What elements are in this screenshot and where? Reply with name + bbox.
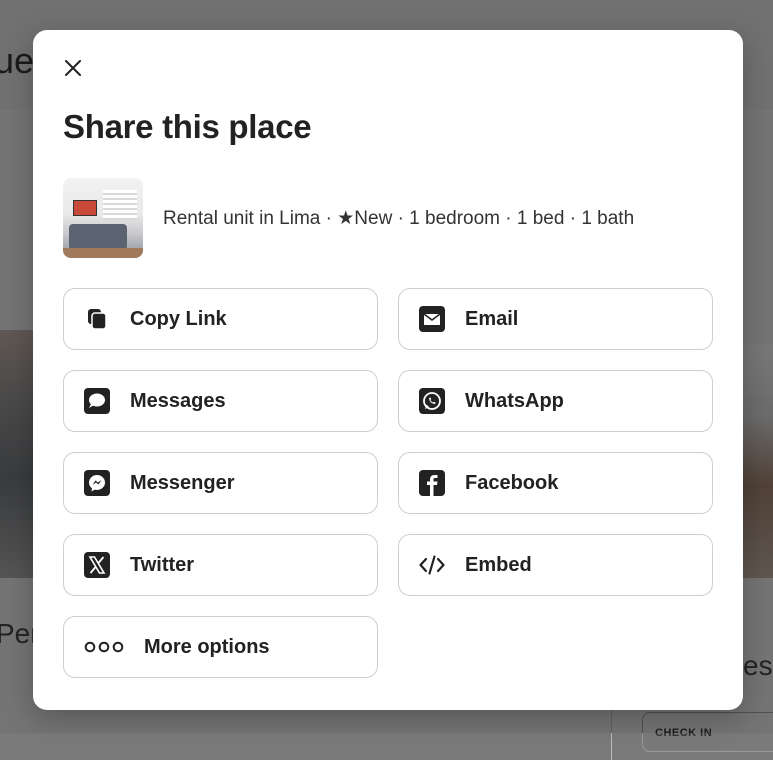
listing-summary: Rental unit in Lima · ★New · 1 bedroom ·…	[63, 178, 713, 258]
copy-icon	[84, 306, 110, 332]
more-options-label: More options	[144, 635, 270, 658]
messages-button[interactable]: Messages	[63, 370, 378, 432]
close-button[interactable]	[59, 56, 87, 84]
email-button[interactable]: Email	[398, 288, 713, 350]
more-options-icon	[84, 634, 124, 660]
facebook-button[interactable]: Facebook	[398, 452, 713, 514]
share-modal: Share this place Rental unit in Lima · ★…	[33, 30, 743, 710]
copy-link-button[interactable]: Copy Link	[63, 288, 378, 350]
embed-icon	[419, 552, 445, 578]
more-options-button[interactable]: More options	[63, 616, 378, 678]
listing-thumbnail	[63, 178, 143, 258]
email-icon	[419, 306, 445, 332]
twitter-label: Twitter	[130, 553, 195, 576]
close-icon	[65, 59, 81, 81]
embed-label: Embed	[465, 553, 532, 576]
whatsapp-icon	[419, 388, 445, 414]
share-options: Copy Link Email Messages WhatsApp Messen…	[63, 288, 713, 678]
email-label: Email	[465, 307, 519, 330]
whatsapp-button[interactable]: WhatsApp	[398, 370, 713, 432]
messenger-button[interactable]: Messenger	[63, 452, 378, 514]
messenger-icon	[84, 470, 110, 496]
twitter-button[interactable]: Twitter	[63, 534, 378, 596]
whatsapp-label: WhatsApp	[465, 389, 564, 412]
modal-title: Share this place	[63, 108, 312, 145]
messages-icon	[84, 388, 110, 414]
embed-button[interactable]: Embed	[398, 534, 713, 596]
messenger-label: Messenger	[130, 471, 235, 494]
messages-label: Messages	[130, 389, 226, 412]
twitter-x-icon	[84, 552, 110, 578]
facebook-icon	[419, 470, 445, 496]
facebook-label: Facebook	[465, 471, 559, 494]
listing-description: Rental unit in Lima · ★New · 1 bedroom ·…	[163, 207, 635, 229]
copy-link-label: Copy Link	[130, 307, 227, 330]
